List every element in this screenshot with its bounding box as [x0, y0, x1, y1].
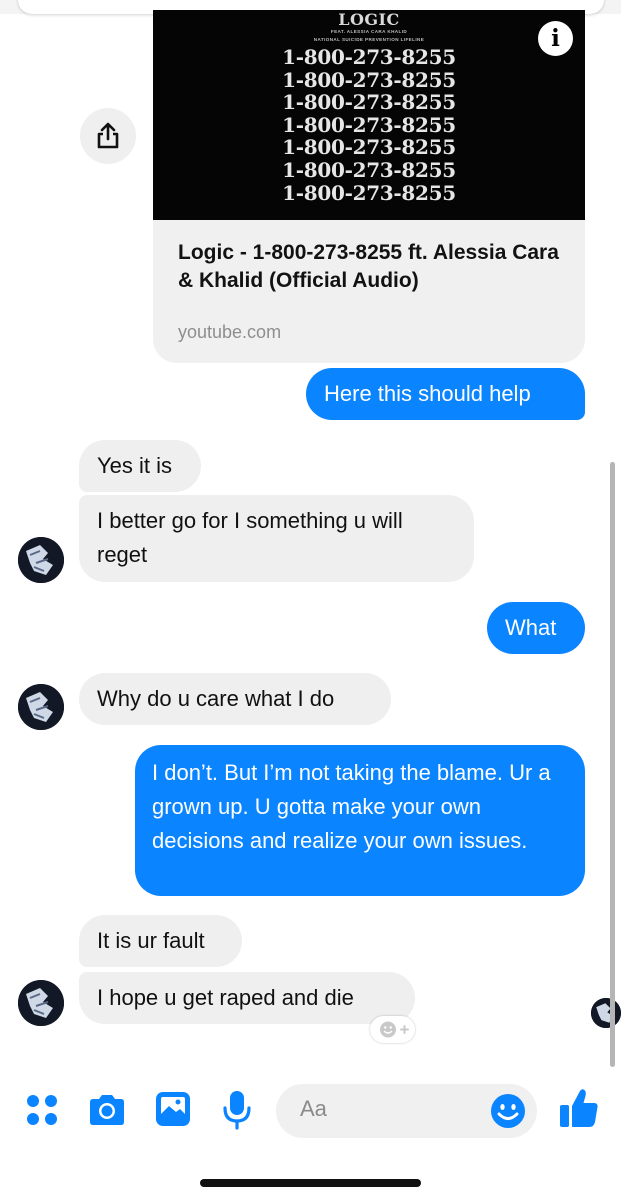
thumbnail-feat-line: FEAT. ALESSIA CARA KHALID	[330, 29, 408, 34]
apps-button[interactable]	[22, 1090, 62, 1130]
camera-icon	[90, 1095, 124, 1125]
outgoing-message[interactable]: Here this should help	[306, 368, 585, 420]
thumbnail-phone-line: 1-800-273-8255	[282, 45, 456, 69]
outgoing-message[interactable]: What	[487, 602, 585, 654]
link-domain: youtube.com	[178, 322, 282, 342]
add-reaction-icon	[380, 1021, 409, 1038]
microphone-button[interactable]	[220, 1088, 254, 1132]
contact-avatar[interactable]	[18, 537, 64, 583]
incoming-message[interactable]: Why do u care what I do	[79, 673, 391, 725]
incoming-message[interactable]: Yes it is	[79, 440, 201, 492]
apps-icon	[27, 1095, 57, 1125]
message-input-placeholder: Aa	[300, 1096, 327, 1121]
share-button[interactable]	[80, 108, 136, 164]
camera-button[interactable]	[86, 1090, 128, 1130]
thumbs-up-icon	[560, 1089, 598, 1127]
thumbnail-phone-line: 1-800-273-8255	[282, 135, 456, 160]
thumbnail-phone-line: 1-800-273-8255	[282, 157, 456, 182]
incoming-message[interactable]: It is ur fault	[79, 915, 242, 967]
video-thumbnail[interactable]: LOGIC FEAT. ALESSIA CARA KHALID NATIONAL…	[153, 10, 585, 220]
home-indicator	[200, 1179, 421, 1187]
gallery-button[interactable]	[152, 1088, 194, 1130]
thumbnail-phone-lines: 1-800-273-8255 1-800-273-8255 1-800-273-…	[153, 46, 585, 204]
microphone-icon	[223, 1091, 251, 1130]
info-icon[interactable]: i	[538, 21, 573, 56]
add-reaction-button[interactable]	[370, 1016, 415, 1043]
outgoing-message[interactable]: I don’t. But I’m not taking the blame. U…	[135, 745, 585, 896]
thumbnail-phone-line: 1-800-273-8255	[282, 67, 456, 92]
emoji-icon	[491, 1094, 525, 1128]
contact-avatar[interactable]	[18, 980, 64, 1026]
thumbnail-phone-line: 1-800-273-8255	[282, 112, 456, 137]
thumbnail-lifeline-line: NATIONAL SUICIDE PREVENTION LIFELINE	[313, 37, 425, 42]
shared-link-card[interactable]: LOGIC FEAT. ALESSIA CARA KHALID NATIONAL…	[153, 10, 585, 363]
read-receipt-avatar	[591, 998, 621, 1028]
incoming-message[interactable]: I better go for I something u will reget	[79, 495, 474, 582]
like-button[interactable]	[558, 1086, 600, 1130]
thumbnail-artist: LOGIC	[338, 10, 400, 29]
thumbnail-phone-line: 1-800-273-8255	[282, 180, 456, 205]
scrollbar[interactable]	[610, 462, 615, 1067]
thumbnail-phone-line: 1-800-273-8255	[282, 90, 456, 115]
share-icon	[97, 122, 119, 149]
emoji-button[interactable]	[490, 1093, 526, 1129]
incoming-message[interactable]: I hope u get raped and die	[79, 972, 415, 1024]
contact-avatar[interactable]	[18, 684, 64, 730]
link-title: Logic - 1-800-273-8255 ft. Alessia Cara …	[178, 241, 559, 292]
image-icon	[156, 1092, 190, 1126]
